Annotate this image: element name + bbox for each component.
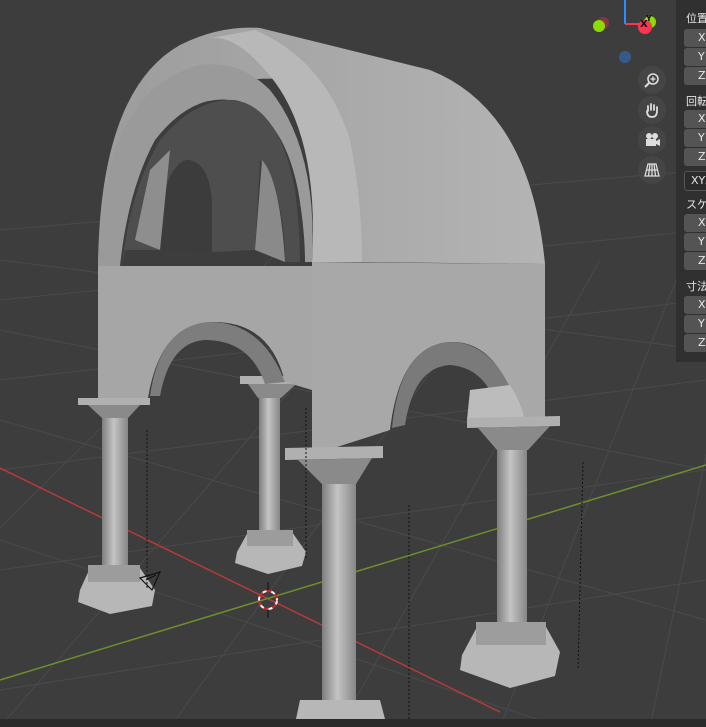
dimensions-label: 寸法 — [686, 280, 706, 293]
rotation-z-field[interactable]: Z — [684, 148, 706, 166]
dimensions-x-field[interactable]: X — [684, 296, 706, 314]
scale-z-field[interactable]: Z — [684, 252, 706, 270]
front-right-column — [460, 416, 560, 688]
scale-y-field[interactable]: Y — [684, 233, 706, 251]
scale-label: スケ — [686, 198, 706, 211]
location-y-field[interactable]: Y — [684, 48, 706, 66]
y-axis-label: Y — [646, 14, 652, 23]
rotation-y-field[interactable]: Y — [684, 129, 706, 147]
neg-y-axis-handle — [593, 20, 605, 32]
grid-perspective-icon — [644, 163, 660, 177]
dimensions-z-field[interactable]: Z — [684, 334, 706, 352]
back-mid-column — [235, 376, 306, 574]
rotation-mode-select[interactable]: XYZ — [684, 171, 706, 191]
location-label: 位置 — [686, 12, 706, 25]
perspective-toggle-button[interactable] — [638, 156, 666, 184]
camera-view-button[interactable] — [638, 126, 666, 154]
hand-pan-icon — [646, 103, 658, 118]
navigation-gizmo[interactable]: X Y — [585, 0, 665, 70]
zoom-button[interactable] — [638, 66, 666, 94]
location-z-field[interactable]: Z — [684, 67, 706, 85]
pan-button[interactable] — [638, 96, 666, 124]
rotation-x-field[interactable]: X — [684, 110, 706, 128]
x-axis-line — [0, 467, 501, 713]
location-x-field[interactable]: X — [684, 29, 706, 47]
3d-viewport[interactable]: X Y 位置 X Y Z 回転 X Y Z XYZ スケ X Y Z 寸法 X … — [0, 0, 706, 727]
rotation-label: 回転 — [686, 95, 706, 108]
scale-x-field[interactable]: X — [684, 214, 706, 232]
sidebar-transform-panel: 位置 X Y Z 回転 X Y Z XYZ スケ X Y Z 寸法 X Y Z — [676, 0, 706, 362]
bottom-edge-bar — [0, 719, 706, 727]
camera-icon — [646, 133, 660, 146]
zoom-icon — [644, 73, 659, 88]
dimensions-y-field[interactable]: Y — [684, 315, 706, 333]
neg-z-axis-handle — [619, 51, 631, 63]
scene-render — [0, 27, 706, 727]
front-left-column — [285, 446, 385, 719]
